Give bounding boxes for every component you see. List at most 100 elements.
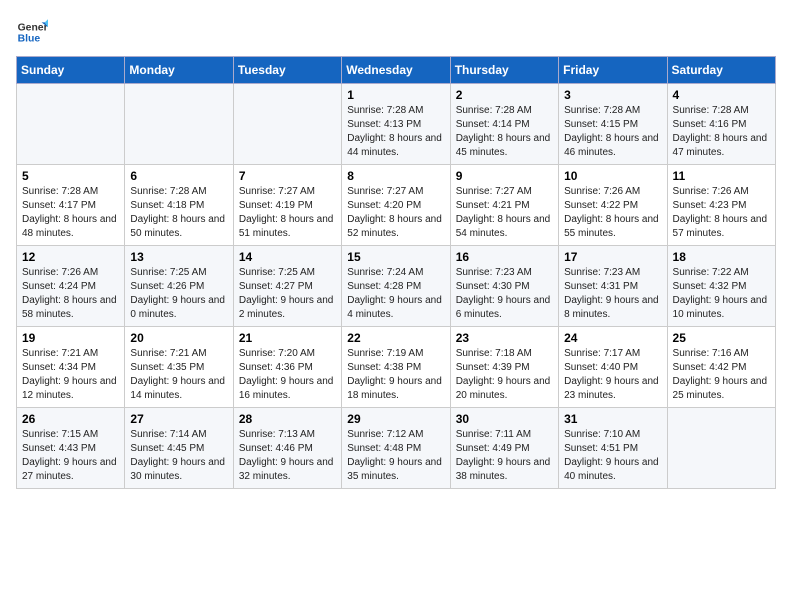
day-cell: 30 Sunrise: 7:11 AMSunset: 4:49 PMDayligh… bbox=[450, 408, 558, 489]
day-cell: 22Sunrise: 7:19 AMSunset: 4:38 PMDayligh… bbox=[342, 327, 450, 408]
day-number: 2 bbox=[456, 88, 553, 102]
day-number: 17 bbox=[564, 250, 661, 264]
day-info: Sunrise: 7:16 AMSunset: 4:42 PMDaylight:… bbox=[673, 347, 770, 403]
day-info: Sunrise: 7:28 AMSunset: 4:16 PMDaylight:… bbox=[673, 104, 770, 160]
calendar-table: SundayMondayTuesdayWednesdayThursdayFrid… bbox=[16, 56, 776, 489]
week-row-2: 12 Sunrise: 7:26 AMSunset: 4:24 PMDayligh… bbox=[17, 246, 776, 327]
day-cell bbox=[125, 84, 233, 165]
day-number: 12 bbox=[22, 250, 119, 264]
page-header: General Blue bbox=[16, 16, 776, 48]
day-info: Sunrise: 7:26 AMSunset: 4:24 PMDaylight:… bbox=[22, 266, 119, 322]
day-info: Sunrise: 7:21 AMSunset: 4:35 PMDaylight:… bbox=[130, 347, 227, 403]
day-cell: 6 Sunrise: 7:28 AMSunset: 4:18 PMDaylight… bbox=[125, 165, 233, 246]
svg-text:General: General bbox=[18, 22, 48, 33]
day-cell: 18 Sunrise: 7:22 AMSunset: 4:32 PMDayligh… bbox=[667, 246, 775, 327]
day-cell: 16 Sunrise: 7:23 AMSunset: 4:30 PMDayligh… bbox=[450, 246, 558, 327]
day-number: 27 bbox=[130, 412, 227, 426]
day-info: Sunrise: 7:14 AMSunset: 4:45 PMDaylight:… bbox=[130, 428, 227, 484]
day-info: Sunrise: 7:25 AMSunset: 4:26 PMDaylight:… bbox=[130, 266, 227, 322]
day-info: Sunrise: 7:23 AMSunset: 4:30 PMDaylight:… bbox=[456, 266, 553, 322]
day-info: Sunrise: 7:26 AMSunset: 4:22 PMDaylight:… bbox=[564, 185, 661, 241]
day-number: 16 bbox=[456, 250, 553, 264]
day-cell: 2 Sunrise: 7:28 AMSunset: 4:14 PMDaylight… bbox=[450, 84, 558, 165]
day-cell: 1 Sunrise: 7:28 AMSunset: 4:13 PMDaylight… bbox=[342, 84, 450, 165]
day-info: Sunrise: 7:27 AMSunset: 4:20 PMDaylight:… bbox=[347, 185, 444, 241]
week-row-0: 1 Sunrise: 7:28 AMSunset: 4:13 PMDaylight… bbox=[17, 84, 776, 165]
day-header-tuesday: Tuesday bbox=[233, 57, 341, 84]
day-info: Sunrise: 7:21 AMSunset: 4:34 PMDaylight:… bbox=[22, 347, 119, 403]
day-cell: 27 Sunrise: 7:14 AMSunset: 4:45 PMDayligh… bbox=[125, 408, 233, 489]
day-cell: 11 Sunrise: 7:26 AMSunset: 4:23 PMDayligh… bbox=[667, 165, 775, 246]
svg-text:Blue: Blue bbox=[18, 34, 41, 45]
day-info: Sunrise: 7:17 AMSunset: 4:40 PMDaylight:… bbox=[564, 347, 661, 403]
day-cell: 25 Sunrise: 7:16 AMSunset: 4:42 PMDayligh… bbox=[667, 327, 775, 408]
day-cell: 5Sunrise: 7:28 AMSunset: 4:17 PMDaylight… bbox=[17, 165, 125, 246]
day-info: Sunrise: 7:28 AMSunset: 4:17 PMDaylight:… bbox=[22, 185, 119, 241]
day-number: 21 bbox=[239, 331, 336, 345]
day-cell: 23 Sunrise: 7:18 AMSunset: 4:39 PMDayligh… bbox=[450, 327, 558, 408]
day-number: 10 bbox=[564, 169, 661, 183]
day-number: 4 bbox=[673, 88, 770, 102]
day-cell: 7Sunrise: 7:27 AMSunset: 4:19 PMDaylight… bbox=[233, 165, 341, 246]
day-info: Sunrise: 7:11 AMSunset: 4:49 PMDaylight:… bbox=[456, 428, 553, 484]
day-cell: 8 Sunrise: 7:27 AMSunset: 4:20 PMDaylight… bbox=[342, 165, 450, 246]
day-number: 18 bbox=[673, 250, 770, 264]
day-header-friday: Friday bbox=[559, 57, 667, 84]
day-info: Sunrise: 7:18 AMSunset: 4:39 PMDaylight:… bbox=[456, 347, 553, 403]
day-cell: 19Sunrise: 7:21 AMSunset: 4:34 PMDayligh… bbox=[17, 327, 125, 408]
day-cell: 9Sunrise: 7:27 AMSunset: 4:21 PMDaylight… bbox=[450, 165, 558, 246]
day-header-monday: Monday bbox=[125, 57, 233, 84]
day-number: 28 bbox=[239, 412, 336, 426]
day-info: Sunrise: 7:15 AMSunset: 4:43 PMDaylight:… bbox=[22, 428, 119, 484]
day-number: 23 bbox=[456, 331, 553, 345]
day-info: Sunrise: 7:24 AMSunset: 4:28 PMDaylight:… bbox=[347, 266, 444, 322]
day-number: 15 bbox=[347, 250, 444, 264]
day-info: Sunrise: 7:28 AMSunset: 4:18 PMDaylight:… bbox=[130, 185, 227, 241]
week-row-1: 5Sunrise: 7:28 AMSunset: 4:17 PMDaylight… bbox=[17, 165, 776, 246]
day-info: Sunrise: 7:13 AMSunset: 4:46 PMDaylight:… bbox=[239, 428, 336, 484]
day-number: 26 bbox=[22, 412, 119, 426]
day-info: Sunrise: 7:26 AMSunset: 4:23 PMDaylight:… bbox=[673, 185, 770, 241]
day-number: 6 bbox=[130, 169, 227, 183]
day-number: 30 bbox=[456, 412, 553, 426]
day-number: 13 bbox=[130, 250, 227, 264]
week-row-3: 19Sunrise: 7:21 AMSunset: 4:34 PMDayligh… bbox=[17, 327, 776, 408]
day-info: Sunrise: 7:12 AMSunset: 4:48 PMDaylight:… bbox=[347, 428, 444, 484]
day-header-sunday: Sunday bbox=[17, 57, 125, 84]
day-number: 25 bbox=[673, 331, 770, 345]
day-cell: 21 Sunrise: 7:20 AMSunset: 4:36 PMDayligh… bbox=[233, 327, 341, 408]
logo: General Blue bbox=[16, 16, 48, 48]
day-info: Sunrise: 7:27 AMSunset: 4:19 PMDaylight:… bbox=[239, 185, 336, 241]
day-header-thursday: Thursday bbox=[450, 57, 558, 84]
calendar-header-row: SundayMondayTuesdayWednesdayThursdayFrid… bbox=[17, 57, 776, 84]
day-cell: 26 Sunrise: 7:15 AMSunset: 4:43 PMDayligh… bbox=[17, 408, 125, 489]
day-info: Sunrise: 7:28 AMSunset: 4:13 PMDaylight:… bbox=[347, 104, 444, 160]
day-info: Sunrise: 7:27 AMSunset: 4:21 PMDaylight:… bbox=[456, 185, 553, 241]
day-info: Sunrise: 7:20 AMSunset: 4:36 PMDaylight:… bbox=[239, 347, 336, 403]
day-cell: 31 Sunrise: 7:10 AMSunset: 4:51 PMDayligh… bbox=[559, 408, 667, 489]
day-cell: 15 Sunrise: 7:24 AMSunset: 4:28 PMDayligh… bbox=[342, 246, 450, 327]
day-cell: 28 Sunrise: 7:13 AMSunset: 4:46 PMDayligh… bbox=[233, 408, 341, 489]
day-number: 20 bbox=[130, 331, 227, 345]
day-info: Sunrise: 7:10 AMSunset: 4:51 PMDaylight:… bbox=[564, 428, 661, 484]
day-cell: 12 Sunrise: 7:26 AMSunset: 4:24 PMDayligh… bbox=[17, 246, 125, 327]
day-info: Sunrise: 7:22 AMSunset: 4:32 PMDaylight:… bbox=[673, 266, 770, 322]
day-header-wednesday: Wednesday bbox=[342, 57, 450, 84]
day-number: 8 bbox=[347, 169, 444, 183]
day-cell bbox=[667, 408, 775, 489]
day-cell: 13 Sunrise: 7:25 AMSunset: 4:26 PMDayligh… bbox=[125, 246, 233, 327]
day-number: 29 bbox=[347, 412, 444, 426]
day-cell bbox=[233, 84, 341, 165]
day-info: Sunrise: 7:28 AMSunset: 4:14 PMDaylight:… bbox=[456, 104, 553, 160]
day-cell: 10 Sunrise: 7:26 AMSunset: 4:22 PMDayligh… bbox=[559, 165, 667, 246]
day-header-saturday: Saturday bbox=[667, 57, 775, 84]
day-number: 3 bbox=[564, 88, 661, 102]
day-number: 31 bbox=[564, 412, 661, 426]
day-number: 11 bbox=[673, 169, 770, 183]
week-row-4: 26 Sunrise: 7:15 AMSunset: 4:43 PMDayligh… bbox=[17, 408, 776, 489]
day-cell: 17Sunrise: 7:23 AMSunset: 4:31 PMDayligh… bbox=[559, 246, 667, 327]
day-number: 1 bbox=[347, 88, 444, 102]
day-number: 14 bbox=[239, 250, 336, 264]
day-cell: 3Sunrise: 7:28 AMSunset: 4:15 PMDaylight… bbox=[559, 84, 667, 165]
day-cell: 14Sunrise: 7:25 AMSunset: 4:27 PMDayligh… bbox=[233, 246, 341, 327]
